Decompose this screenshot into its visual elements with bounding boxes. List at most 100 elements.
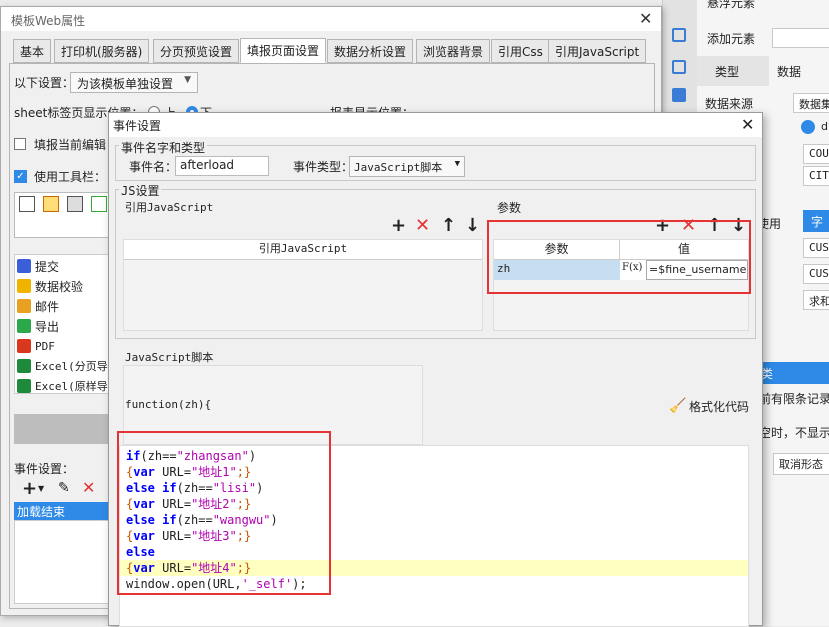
- params-highlight-box: [487, 220, 751, 294]
- event-list-item[interactable]: 加载结束: [14, 502, 110, 520]
- toolbar-list-item[interactable]: 导出: [17, 316, 59, 336]
- toolbar-list-item[interactable]: PDF: [17, 336, 55, 356]
- floating-element-label: 悬浮元素: [707, 0, 756, 10]
- toolbar-list-item[interactable]: Excel(原样导: [17, 376, 108, 396]
- data-source-select[interactable]: 数据集: [793, 93, 829, 113]
- close-icon[interactable]: ✕: [741, 115, 754, 134]
- fill-edit-checkbox[interactable]: [14, 138, 26, 150]
- chevron-down-icon: ▼: [184, 75, 191, 85]
- dialog-titlebar: 模板Web属性 ✕: [1, 7, 661, 31]
- format-code-button[interactable]: 格式化代码: [689, 398, 749, 415]
- use-toolbar-label: 使用工具栏：: [34, 170, 107, 184]
- outer-tab[interactable]: 引用JavaScript: [548, 39, 647, 63]
- toolbar-list-label: 导出: [35, 319, 60, 334]
- tab-data[interactable]: 数据: [769, 56, 829, 86]
- aggregate-field[interactable]: 求和: [803, 290, 829, 310]
- toolbar-icon[interactable]: [672, 28, 686, 42]
- event-name-label: 事件名：: [129, 160, 178, 174]
- toolbar-list-item[interactable]: Excel(分页导: [17, 356, 108, 376]
- empty-hint-label: 空时，不显示: [759, 426, 829, 440]
- scroll-area: [14, 414, 110, 444]
- inner-title: 事件设置: [113, 119, 162, 133]
- function-signature: function(zh){: [125, 398, 212, 411]
- panel-tab-bar: 类型 数据: [697, 56, 829, 86]
- toolbar-list-item[interactable]: 提交: [17, 256, 59, 276]
- edit-icon[interactable]: [43, 196, 59, 212]
- toolbar-icon[interactable]: [672, 88, 686, 102]
- outer-tab[interactable]: 浏览器背景: [416, 39, 491, 63]
- add-element-label: 添加元素: [707, 32, 756, 46]
- arrow-down-icon[interactable]: ↓: [465, 217, 480, 235]
- event-name-input[interactable]: afterload: [175, 156, 269, 176]
- database-icon: [801, 120, 815, 134]
- item-icon: [17, 279, 31, 293]
- toolbar-list-item[interactable]: 邮件: [17, 296, 59, 316]
- item-icon: [17, 339, 31, 353]
- outer-tab[interactable]: 分页预览设置: [153, 39, 240, 63]
- save-icon[interactable]: [19, 196, 35, 212]
- data-source-label: 数据来源: [705, 97, 754, 111]
- fill-edit-label: 填报当前编辑: [34, 138, 107, 152]
- toolbar-list-label: Excel(原样导: [35, 380, 108, 393]
- inner-titlebar: 事件设置 ✕: [109, 113, 762, 137]
- event-list: [14, 520, 110, 604]
- column-field[interactable]: COU: [803, 144, 829, 164]
- setting-scope-select[interactable]: 为该模板单独设置 ▼: [70, 72, 198, 93]
- chevron-down-icon[interactable]: ▼: [38, 484, 44, 493]
- item-icon: [17, 319, 31, 333]
- event-type-select[interactable]: JavaScript脚本 ▼: [349, 156, 465, 177]
- toolbar-list-label: 提交: [35, 259, 60, 274]
- outer-tab[interactable]: 基本: [13, 39, 52, 63]
- item-icon: [17, 299, 31, 313]
- outer-tab[interactable]: 数据分析设置: [327, 39, 414, 63]
- setting-scope-value: 为该模板单独设置: [77, 77, 174, 91]
- outer-tab[interactable]: 引用Css: [491, 39, 550, 63]
- ref-js-table: 引用JavaScript: [123, 239, 483, 331]
- event-settings-dialog: 事件设置 ✕ 事件名字和类型 事件名： afterload 事件类型： Java…: [108, 112, 763, 627]
- limited-records-label: 前有限条记录: [759, 392, 829, 406]
- arrow-up-icon[interactable]: ↑: [441, 217, 456, 235]
- outer-tab[interactable]: 填报页面设置: [240, 38, 327, 63]
- ref-js-header: 引用JavaScript: [124, 240, 482, 260]
- script-label: JavaScript脚本: [125, 351, 214, 364]
- cancel-form-button[interactable]: 取消形态: [773, 453, 829, 475]
- params-label: 参数: [497, 201, 522, 215]
- export-icon[interactable]: [91, 196, 107, 212]
- cus-field[interactable]: CUS: [803, 238, 829, 258]
- toolbar-list-label: 数据校验: [35, 279, 84, 294]
- add-icon[interactable]: +: [391, 217, 406, 235]
- toolbar-preview: [14, 192, 110, 238]
- add-icon[interactable]: +: [22, 478, 37, 499]
- delete-icon[interactable]: ✕: [82, 478, 95, 497]
- broom-icon[interactable]: 🧹: [669, 398, 686, 414]
- event-settings-label: 事件设置：: [14, 462, 75, 476]
- event-type-label: 事件类型：: [293, 160, 354, 174]
- name-type-group-label: 事件名字和类型: [119, 139, 208, 156]
- code-highlight-box: [117, 431, 331, 595]
- item-icon: [17, 379, 31, 393]
- outer-tab[interactable]: 打印机(服务器): [54, 39, 150, 63]
- chevron-down-icon: ▼: [454, 159, 460, 169]
- edit-icon[interactable]: ✎: [58, 480, 70, 496]
- event-type-value: JavaScript脚本: [354, 161, 443, 174]
- toolbar-list-item[interactable]: 数据校验: [17, 276, 83, 296]
- item-icon: [17, 359, 31, 373]
- cus-field[interactable]: CUS: [803, 264, 829, 284]
- toolbar-list-label: Excel(分页导: [35, 360, 108, 373]
- print-icon[interactable]: [67, 196, 83, 212]
- following-label: 以下设置：: [14, 76, 75, 90]
- dialog-title: 模板Web属性: [11, 14, 86, 28]
- toolbar-icon[interactable]: [672, 60, 686, 74]
- add-element-input[interactable]: [772, 28, 829, 48]
- type-bar[interactable]: 类: [757, 362, 829, 384]
- js-settings-label: JS设置: [119, 182, 162, 199]
- use-toolbar-checkbox[interactable]: ✓: [14, 170, 27, 183]
- tab-type[interactable]: 类型: [715, 63, 739, 80]
- close-icon[interactable]: ✕: [639, 9, 652, 28]
- blue-chip[interactable]: 字: [803, 210, 829, 232]
- column-field[interactable]: CIT: [803, 166, 829, 186]
- dataset-cell: d: [821, 120, 828, 133]
- toolbar-list-label: PDF: [35, 339, 55, 353]
- delete-icon[interactable]: ✕: [415, 217, 430, 235]
- item-icon: [17, 259, 31, 273]
